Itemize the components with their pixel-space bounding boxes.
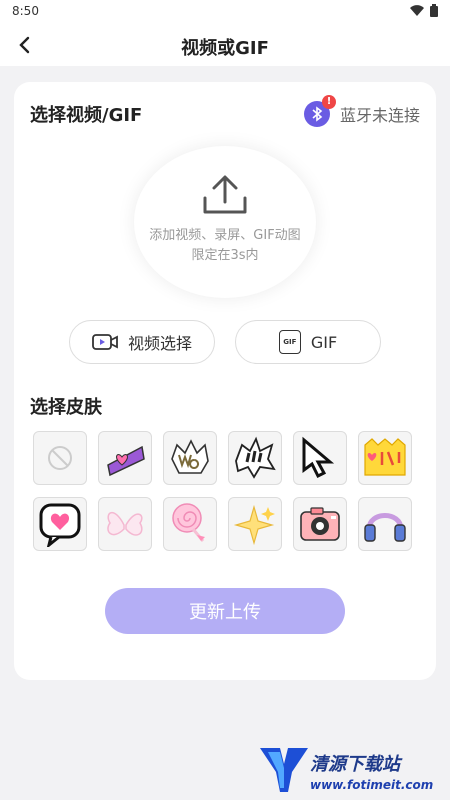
gif-icon: GIF	[278, 330, 301, 354]
bluetooth-status-label: 蓝牙未连接	[339, 106, 420, 125]
exclaim-bubble-icon	[235, 436, 276, 479]
skin-pixel-cursor[interactable]	[293, 431, 347, 485]
cursor-icon	[302, 436, 335, 479]
camera-icon	[300, 507, 340, 541]
bluetooth-alert-badge: !	[321, 95, 336, 109]
skin-headphones[interactable]	[358, 497, 412, 551]
butterfly-icon	[107, 512, 143, 536]
skin-lollipop[interactable]	[163, 497, 217, 551]
video-icon	[92, 334, 118, 350]
status-time: 8:50	[12, 4, 39, 18]
skin-pixel-heart-bubble[interactable]	[33, 497, 87, 551]
love-text-icon	[107, 445, 145, 477]
wow-text-icon	[171, 439, 209, 474]
upload-area[interactable]: 添加视频、录屏、GIF动图 限定在3s内	[134, 146, 316, 298]
upload-hint-line2: 限定在3s内	[191, 248, 259, 263]
upload-hint: 添加视频、录屏、GIF动图 限定在3s内	[134, 226, 316, 266]
select-video-title: 选择视频/GIF	[30, 105, 143, 126]
update-upload-button[interactable]: 更新上传	[105, 588, 345, 634]
upload-hint-line1: 添加视频、录屏、GIF动图	[149, 228, 301, 243]
skins-title: 选择皮肤	[30, 397, 102, 418]
watermark-site: www.fotimeit.com	[310, 778, 434, 792]
skin-wow[interactable]	[163, 431, 217, 485]
headphones-icon	[364, 513, 406, 542]
lollipop-icon	[172, 503, 205, 542]
main-card: 选择视频/GIF ! 蓝牙未连接 添加视频、录屏、GIF动图 限定在3s内 视频…	[14, 82, 436, 680]
skin-heart-jump[interactable]	[358, 431, 412, 485]
watermark-brand: 清源下载站	[310, 754, 400, 775]
skin-sparkle[interactable]	[228, 497, 282, 551]
skin-butterfly[interactable]	[98, 497, 152, 551]
sparkle-icon	[233, 504, 275, 546]
heart-bubble-icon	[39, 503, 81, 547]
upload-icon	[203, 175, 247, 214]
video-select-label: 视频选择	[127, 334, 192, 353]
app-bar: 视频或GIF	[0, 24, 450, 66]
watermark-logo: 清源下载站 www.fotimeit.com	[258, 740, 433, 800]
page-title: 视频或GIF	[181, 38, 269, 59]
skin-grid	[33, 431, 419, 563]
watermark-emblem-icon	[260, 748, 308, 792]
skin-love[interactable]	[98, 431, 152, 485]
bluetooth-icon: !	[303, 95, 336, 127]
heart-text-icon	[364, 438, 406, 476]
no-symbol-icon	[48, 446, 72, 470]
video-select-button[interactable]: 视频选择	[69, 320, 215, 364]
gif-select-label: GIF	[310, 332, 338, 352]
bluetooth-status[interactable]: ! 蓝牙未连接	[303, 95, 420, 128]
skin-camera[interactable]	[293, 497, 347, 551]
battery-icon	[430, 4, 438, 17]
gif-select-button[interactable]: GIF GIF	[235, 320, 381, 364]
skin-none[interactable]	[33, 431, 87, 485]
wifi-icon	[410, 4, 424, 16]
status-bar: 8:50	[0, 0, 450, 24]
skin-exclaim-bubble[interactable]	[228, 431, 282, 485]
status-icons	[410, 4, 438, 17]
